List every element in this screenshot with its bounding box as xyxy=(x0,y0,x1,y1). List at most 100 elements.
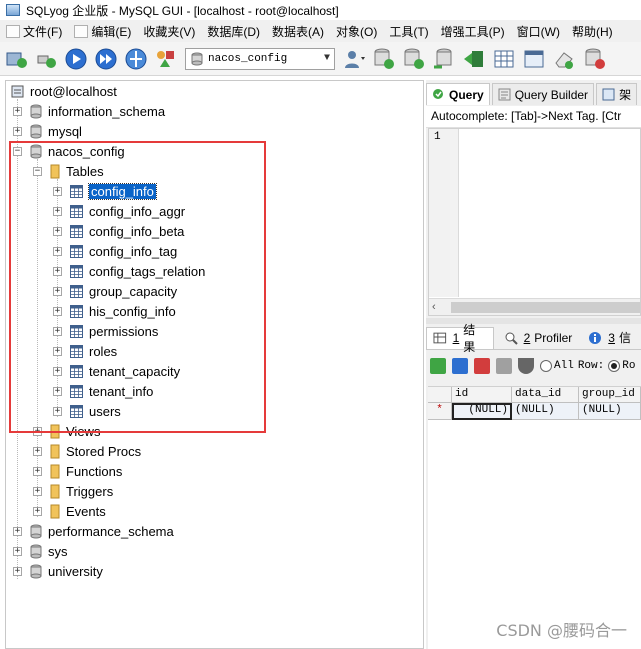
expand-icon[interactable]: + xyxy=(13,546,22,556)
server-icon xyxy=(11,85,24,97)
title-bar: SQLyog 企业版 - MySQL GUI - [localhost - ro… xyxy=(0,0,641,20)
autocomplete-hint: Autocomplete: [Tab]->Next Tag. [Ctr xyxy=(426,106,641,128)
window-button[interactable] xyxy=(521,46,547,72)
grid-cell[interactable]: (NULL) xyxy=(512,403,579,420)
menu-objects[interactable]: 对象(O) xyxy=(330,20,383,42)
format-button[interactable] xyxy=(551,46,577,72)
expand-icon[interactable]: + xyxy=(13,106,22,116)
expand-icon[interactable]: + xyxy=(33,446,42,456)
folder-icon xyxy=(50,464,60,478)
menu-help[interactable]: 帮助(H) xyxy=(566,20,619,42)
expand-icon[interactable]: + xyxy=(13,566,22,576)
results-grid-icon xyxy=(433,332,447,344)
folder-icon xyxy=(50,444,60,458)
pane-splitter[interactable] xyxy=(426,318,641,324)
tab-profiler[interactable]: 2 Profiler xyxy=(498,327,579,349)
tree-root[interactable]: root@localhost xyxy=(11,81,117,101)
result-toolbar: All Row: Ro xyxy=(426,352,641,380)
delete-row-icon[interactable] xyxy=(474,358,490,374)
menu-file-icon xyxy=(6,24,20,38)
database-export-icon xyxy=(374,48,394,69)
red-highlight-box xyxy=(9,141,266,433)
refresh-button[interactable] xyxy=(123,46,149,72)
database-icon xyxy=(191,52,203,65)
more-button[interactable] xyxy=(581,46,607,72)
grid-cell[interactable]: (NULL) xyxy=(452,403,512,420)
row-range-radio[interactable] xyxy=(608,360,621,372)
eraser-icon xyxy=(555,51,573,69)
expand-icon[interactable]: + xyxy=(33,466,42,476)
reconnect-button[interactable] xyxy=(33,46,59,72)
menu-file[interactable]: 文件(F) xyxy=(0,20,68,42)
sql-editor[interactable]: 1 ‹ xyxy=(428,128,641,316)
tab-query-builder[interactable]: Query Builder xyxy=(491,83,595,105)
menu-edit[interactable]: 编辑(E) xyxy=(68,20,137,42)
database-sync-icon xyxy=(434,48,452,68)
filter-icon[interactable] xyxy=(518,358,534,374)
menu-tools[interactable]: 工具(T) xyxy=(383,20,434,42)
tree-db-university[interactable]: + university xyxy=(13,561,103,581)
scroll-left-icon[interactable]: ‹ xyxy=(432,301,436,313)
expand-icon[interactable]: + xyxy=(13,526,22,536)
grid-cell[interactable]: (NULL) xyxy=(579,403,641,420)
table-data-button[interactable] xyxy=(491,46,517,72)
main-toolbar: nacos_config ▼ xyxy=(0,42,641,76)
tree-folder-stored-procs[interactable]: + Stored Procs xyxy=(33,441,141,461)
database-icon xyxy=(30,524,42,538)
menu-window[interactable]: 窗口(W) xyxy=(511,20,566,42)
row-marker-header xyxy=(428,387,452,403)
scroll-thumb[interactable] xyxy=(451,302,640,313)
user-manager-button[interactable] xyxy=(341,46,367,72)
schema-button[interactable] xyxy=(153,46,179,72)
new-connection-button[interactable] xyxy=(3,46,29,72)
tree-db-sys[interactable]: + sys xyxy=(13,541,68,561)
database-select-value: nacos_config xyxy=(208,52,288,65)
tree-db-performance-schema[interactable]: + performance_schema xyxy=(13,521,174,541)
tree-folder-events[interactable]: + Events xyxy=(33,501,106,521)
column-header[interactable]: group_id xyxy=(579,387,641,403)
shapes-icon xyxy=(157,50,174,67)
insert-row-icon[interactable] xyxy=(430,358,446,374)
database-select[interactable]: nacos_config ▼ xyxy=(185,47,335,70)
tree-folder-triggers[interactable]: + Triggers xyxy=(33,481,113,501)
all-rows-label: All xyxy=(554,360,574,372)
column-header[interactable]: data_id xyxy=(512,387,579,403)
menu-database[interactable]: 数据库(D) xyxy=(201,20,266,42)
menu-powertools[interactable]: 增强工具(P) xyxy=(435,20,511,42)
grid-header: id data_id group_id xyxy=(428,387,641,403)
expand-icon[interactable]: + xyxy=(33,486,42,496)
line-number: 1 xyxy=(434,131,441,143)
database-icon xyxy=(30,104,42,118)
query-icon xyxy=(433,89,443,99)
tab-query[interactable]: Query xyxy=(426,83,490,105)
sync-button[interactable] xyxy=(431,46,457,72)
all-rows-radio[interactable] xyxy=(540,360,552,372)
tree-db-mysql[interactable]: + mysql xyxy=(13,121,82,141)
user-icon xyxy=(345,50,365,68)
column-header[interactable]: id xyxy=(452,387,512,403)
tree-folder-functions[interactable]: + Functions xyxy=(33,461,122,481)
menu-table[interactable]: 数据表(A) xyxy=(266,20,330,42)
save-icon[interactable] xyxy=(452,358,468,374)
execute-button[interactable] xyxy=(63,46,89,72)
plug-icon xyxy=(37,55,56,68)
import-button[interactable] xyxy=(461,46,487,72)
result-tabs: 1 结果 2 Profiler 3 信 xyxy=(426,323,641,354)
cancel-changes-icon[interactable] xyxy=(496,358,512,374)
tab-messages[interactable]: 3 信 xyxy=(582,327,637,349)
query-tabs: Query Query Builder 架 xyxy=(426,83,641,106)
expand-icon[interactable]: + xyxy=(13,126,22,136)
play-icon xyxy=(65,48,87,69)
backup-button[interactable] xyxy=(371,46,397,72)
expand-icon[interactable]: + xyxy=(33,506,42,516)
tab-results[interactable]: 1 结果 xyxy=(426,323,494,354)
tree-db-information-schema[interactable]: + information_schema xyxy=(13,101,165,121)
menu-favorites[interactable]: 收藏夹(V) xyxy=(137,20,201,42)
restore-button[interactable] xyxy=(401,46,427,72)
window-icon xyxy=(524,50,544,67)
horizontal-scrollbar[interactable]: ‹ xyxy=(429,298,640,315)
result-grid: id data_id group_id * (NULL) (NULL) (NUL… xyxy=(428,386,641,649)
tab-schema-designer[interactable]: 架 xyxy=(596,83,638,105)
globe-icon xyxy=(125,48,147,69)
execute-all-button[interactable] xyxy=(93,46,119,72)
